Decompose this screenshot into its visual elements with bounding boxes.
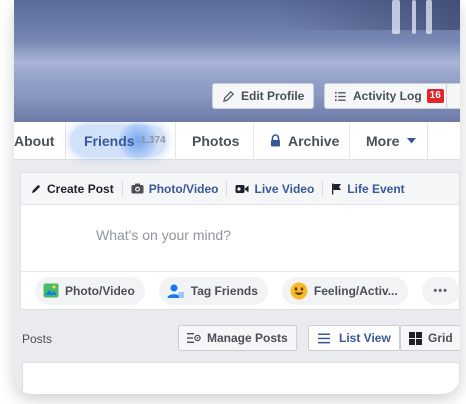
feeling-activity-label: Feeling/Activ... (313, 283, 398, 298)
tag-friends-button[interactable]: Tag Friends (158, 276, 268, 305)
grid-view-button[interactable]: Grid (400, 325, 460, 351)
tag-friends-icon (167, 284, 184, 298)
tab-more-label: More (366, 132, 400, 149)
cover-photo[interactable]: Edit Profile Activity Log 16 (14, 0, 460, 122)
more-options-button[interactable]: ••• (421, 276, 460, 305)
profile-frame: Edit Profile Activity Log 16 About Frien… (14, 0, 460, 394)
composer-input[interactable]: What's on your mind? (96, 227, 231, 243)
composer-tab-create-post[interactable]: Create Post (21, 173, 122, 205)
cover-tree (412, 0, 416, 34)
list-view-label: List View (339, 331, 391, 345)
photo-video-action-label: Photo/Video (65, 283, 135, 298)
composer-tabs: Create Post Photo/Video Live Video Life … (21, 173, 459, 205)
manage-posts-button[interactable]: Manage Posts (178, 325, 297, 351)
tag-friends-label: Tag Friends (190, 283, 258, 298)
friends-count: 1,374 (140, 135, 166, 146)
edit-profile-button[interactable]: Edit Profile (212, 83, 315, 109)
list-view-button[interactable]: List View (308, 325, 400, 351)
post-composer: Create Post Photo/Video Live Video Life … (20, 172, 460, 310)
composer-tab-life-event[interactable]: Life Event (323, 173, 412, 205)
activity-log-label: Activity Log (353, 89, 422, 103)
tab-friends[interactable]: Friends 1,374 (66, 121, 176, 160)
profile-tabs: About Friends 1,374 Photos Archive More (14, 121, 460, 160)
tab-photos-label: Photos (192, 132, 240, 149)
photo-icon (43, 283, 59, 298)
posts-toolbar: Posts Manage Posts List View Grid (14, 314, 460, 360)
composer-actions: Photo/Video Tag Friends Feeling/Activ... (21, 271, 460, 309)
composer-tab-live-video[interactable]: Live Video (227, 173, 322, 205)
posts-heading: Posts (22, 332, 53, 346)
cover-more-button[interactable] (446, 83, 460, 109)
activity-log-button[interactable]: Activity Log 16 (324, 83, 454, 109)
more-options-label: ••• (433, 284, 448, 297)
cover-tree (392, 0, 400, 34)
pencil-icon (222, 90, 234, 102)
life-event-label: Life Event (347, 181, 405, 196)
tab-about[interactable]: About (14, 121, 66, 160)
grid-icon (409, 331, 422, 345)
cover-shadow (280, 0, 460, 30)
edit-profile-label: Edit Profile (241, 89, 305, 103)
grid-view-label: Grid (428, 331, 453, 345)
cover-tree (426, 0, 432, 34)
flag-icon (332, 183, 342, 194)
manage-posts-label: Manage Posts (207, 331, 288, 345)
manage-icon (187, 333, 201, 343)
composer-tab-photo-video[interactable]: Photo/Video (123, 173, 227, 205)
photo-video-button[interactable]: Photo/Video (35, 276, 145, 305)
tab-about-label: About (14, 132, 55, 149)
feeling-activity-button[interactable]: Feeling/Activ... (281, 276, 408, 305)
list-icon (334, 91, 346, 101)
tab-photos[interactable]: Photos (176, 121, 254, 160)
photo-video-label: Photo/Video (148, 181, 219, 196)
tab-archive-label: Archive (288, 132, 340, 149)
tab-archive[interactable]: Archive (254, 121, 350, 160)
lock-icon (271, 134, 280, 147)
pencil-icon (31, 184, 41, 194)
activity-log-badge: 16 (426, 89, 444, 103)
list-view-icon (318, 333, 330, 343)
tab-more[interactable]: More (350, 121, 428, 160)
video-camera-icon (235, 184, 249, 193)
chevron-down-icon (407, 137, 417, 143)
camera-icon (131, 183, 144, 194)
live-video-label: Live Video (254, 181, 315, 196)
tab-friends-label: Friends (84, 132, 135, 149)
create-post-label: Create Post (47, 181, 114, 196)
post-card (22, 362, 460, 394)
smiley-icon (290, 282, 308, 299)
